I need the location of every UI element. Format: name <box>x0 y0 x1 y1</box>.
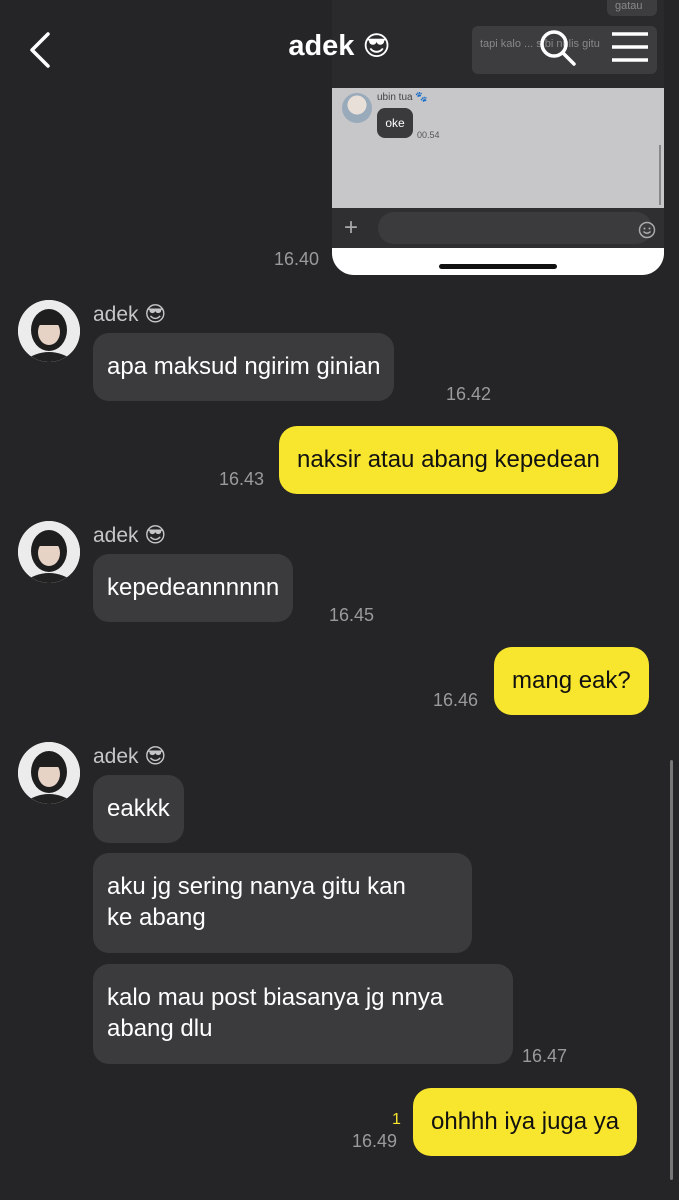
chat-title-text: adek <box>288 30 355 62</box>
screenshot-plus-icon: + <box>344 214 359 241</box>
message-text: aku jg sering nanya gitu kan <box>107 873 406 900</box>
screenshot-input-bar: + # <box>332 208 664 248</box>
avatar[interactable] <box>18 300 80 362</box>
message-text: apa maksud ngirim ginian <box>107 353 381 380</box>
screenshot-scrollbar <box>659 145 661 205</box>
screenshot-home-indicator <box>439 264 557 269</box>
message-text: eakkk <box>107 795 170 822</box>
chat-title-emoji: 😎 <box>362 31 391 61</box>
incoming-message[interactable]: kalo mau post biasanya jg nnya abang dlu <box>93 964 513 1064</box>
unread-count: 1 <box>392 1111 401 1128</box>
message-text: ohhhh iya juga ya <box>431 1108 620 1135</box>
screenshot-emoji-icon <box>638 221 656 239</box>
screenshot-input-field: # <box>378 212 656 244</box>
message-text: kepedeannnnnn <box>107 574 280 601</box>
outgoing-message[interactable]: ohhhh iya juga ya <box>413 1088 638 1156</box>
message-time: 16.43 <box>219 469 265 489</box>
message-text: kalo mau post biasanya jg nnya <box>107 984 444 1011</box>
message-time: 16.45 <box>329 605 375 625</box>
search-icon[interactable] <box>538 28 578 68</box>
screenshot-message: oke <box>377 108 413 138</box>
message-time: 16.42 <box>446 384 492 404</box>
message-text: abang dlu <box>107 1015 213 1042</box>
avatar-photo <box>18 521 80 583</box>
message-text: naksir atau abang kepedean <box>297 446 600 473</box>
message-text: ke abang <box>107 904 206 931</box>
message-text: mang eak? <box>512 667 631 694</box>
chat-header: adek 😎 <box>0 0 679 100</box>
message-time: 16.49 <box>352 1131 398 1151</box>
avatar[interactable] <box>18 521 80 583</box>
avatar[interactable] <box>18 742 80 804</box>
incoming-message[interactable]: aku jg sering nanya gitu kan ke abang <box>93 853 472 953</box>
incoming-message[interactable]: eakkk <box>93 775 184 843</box>
chat-scrollbar[interactable] <box>670 760 673 1180</box>
message-time: 16.47 <box>522 1046 568 1066</box>
screenshot-message-time: 00.54 <box>417 130 440 140</box>
sender-name: adek 😎 <box>93 745 167 768</box>
avatar-photo <box>18 742 80 804</box>
message-time: 16.46 <box>433 690 479 710</box>
outgoing-message[interactable]: naksir atau abang kepedean <box>279 426 618 494</box>
sender-name: adek 😎 <box>93 303 167 326</box>
avatar-photo <box>18 300 80 362</box>
sender-name: adek 😎 <box>93 524 167 547</box>
incoming-message[interactable]: apa maksud ngirim ginian <box>93 333 395 401</box>
incoming-message[interactable]: kepedeannnnnn <box>93 554 294 622</box>
menu-icon[interactable] <box>610 30 650 64</box>
screenshot-bottom-area <box>332 248 664 275</box>
message-time: 16.40 <box>274 249 320 269</box>
outgoing-message[interactable]: mang eak? <box>494 647 649 715</box>
